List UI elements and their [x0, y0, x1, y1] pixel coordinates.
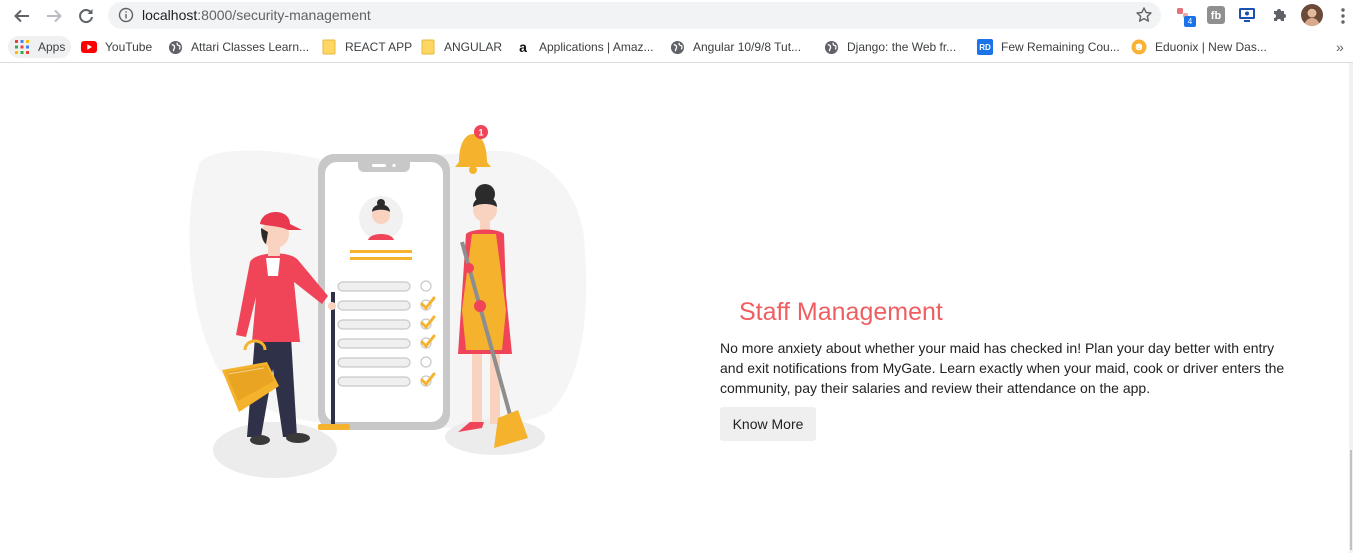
puzzle-icon: [1274, 9, 1286, 21]
back-button[interactable]: [10, 4, 34, 28]
bookmark-angular[interactable]: ANGULAR: [420, 36, 502, 58]
youtube-icon: [81, 39, 97, 55]
url-host: localhost: [142, 7, 198, 23]
url-text[interactable]: localhost:8000/security-management: [142, 2, 371, 29]
notification-count: 1: [478, 128, 483, 138]
bookmark-label: Attari Classes Learn...: [191, 40, 310, 54]
extensions-puzzle-button[interactable]: [1270, 5, 1290, 25]
extension-fb-icon[interactable]: fb: [1207, 6, 1225, 24]
forward-button[interactable]: [42, 4, 66, 28]
bookmarks-bar: Apps YouTube Attari Classes Learn... REA…: [0, 32, 1353, 63]
rd-icon: RD: [977, 39, 993, 55]
bookmark-label: REACT APP: [345, 40, 413, 54]
bookmark-label: Apps: [38, 40, 66, 54]
url-path: :8000/security-management: [197, 7, 371, 23]
floor-shadow-right: [445, 419, 545, 455]
bookmark-label: YouTube: [105, 40, 153, 54]
bookmark-label: Angular 10/9/8 Tut...: [693, 40, 802, 54]
bookmark-eduonix[interactable]: Eduonix | New Das...: [1131, 36, 1267, 58]
browser-menu-button[interactable]: [1333, 4, 1353, 28]
know-more-button[interactable]: Know More: [720, 407, 816, 441]
section-description: No more anxiety about whether your maid …: [720, 340, 1285, 396]
section-title: Staff Management: [739, 298, 943, 326]
bookmark-youtube[interactable]: YouTube: [81, 36, 152, 58]
profile-avatar[interactable]: [1301, 4, 1323, 26]
bookmark-label: Applications | Amaz...: [539, 40, 654, 54]
forward-arrow-icon: [47, 9, 62, 23]
apps-grid-icon: [14, 39, 30, 55]
double-chevron-right-icon: »: [1336, 39, 1344, 55]
bookmark-label: Django: the Web fr...: [847, 40, 957, 54]
amazon-icon: a: [519, 39, 527, 55]
reload-icon: [79, 9, 93, 24]
bookmark-django[interactable]: Django: the Web fr...: [823, 36, 956, 58]
globe-icon: [167, 39, 183, 55]
globe-icon: [823, 39, 839, 55]
phone: [318, 154, 450, 430]
bookmark-angular-tutorial[interactable]: Angular 10/9/8 Tut...: [669, 36, 801, 58]
folder-icon: [321, 39, 337, 55]
extension-red-button[interactable]: 4: [1175, 5, 1196, 27]
kebab-menu-icon: [1341, 8, 1345, 24]
extension-monitor-button[interactable]: [1237, 5, 1257, 25]
browser-toolbar: localhost:8000/security-management 4 fb: [0, 0, 1353, 32]
bookmark-react-app[interactable]: REACT APP: [321, 36, 412, 58]
bookmark-apps[interactable]: Apps: [8, 36, 72, 58]
floor-shadow-left: [213, 422, 337, 478]
folder-icon: [420, 39, 436, 55]
avatar-icon: [1304, 8, 1320, 26]
monitor-icon: [1239, 8, 1255, 22]
info-icon[interactable]: [118, 7, 134, 23]
back-arrow-icon: [14, 9, 29, 23]
staff-management-illustration: 1: [189, 125, 587, 478]
bookmark-amazon[interactable]: a Applications | Amaz...: [515, 36, 654, 58]
bookmark-label: Few Remaining Cou...: [1001, 40, 1120, 54]
reload-button[interactable]: [74, 4, 98, 28]
extension-badge: 4: [1184, 16, 1196, 27]
notification-bell-icon: 1: [455, 125, 491, 174]
globe-icon: [669, 39, 685, 55]
bookmark-star-icon[interactable]: [1135, 6, 1153, 24]
bookmark-label: ANGULAR: [444, 40, 503, 54]
bookmark-attari[interactable]: Attari Classes Learn...: [167, 36, 309, 58]
scrollbar-thumb[interactable]: [1350, 450, 1352, 550]
address-bar[interactable]: localhost:8000/security-management: [108, 2, 1161, 29]
bookmarks-overflow-button[interactable]: »: [1336, 36, 1344, 58]
bookmark-label: Eduonix | New Das...: [1155, 40, 1267, 54]
eduonix-icon: [1131, 39, 1147, 55]
bookmark-few-remaining[interactable]: RD Few Remaining Cou...: [977, 36, 1120, 58]
